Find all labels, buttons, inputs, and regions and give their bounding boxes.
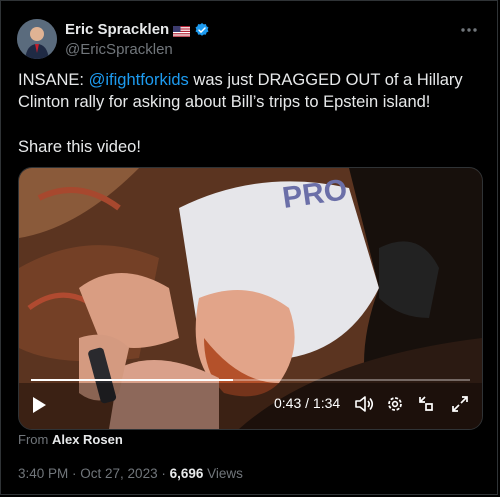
author-handle[interactable]: @EricSpracklen	[65, 41, 173, 58]
video-attribution: From Alex Rosen	[18, 432, 123, 447]
views-count: 6,696	[169, 466, 204, 481]
author-name-row: Eric Spracklen	[65, 21, 210, 38]
video-controls: 0:43 / 1:34	[19, 383, 482, 429]
tweet-card: Eric Spracklen @EricSpracklen INSANE: @i…	[0, 0, 498, 495]
play-icon[interactable]	[31, 396, 47, 419]
us-flag-icon	[173, 24, 191, 37]
video-player[interactable]: PRO 0:43 / 1:34	[18, 167, 483, 430]
minimize-icon[interactable]	[417, 395, 435, 418]
verified-badge-icon	[194, 22, 210, 38]
mention-link[interactable]: @ifightforkids	[89, 71, 189, 89]
video-progress-fill	[31, 379, 233, 381]
avatar[interactable]	[17, 19, 57, 59]
tweet-share-line: Share this video!	[18, 138, 141, 156]
more-options-icon[interactable]	[459, 23, 479, 37]
video-time: 0:43 / 1:34	[274, 395, 341, 411]
tweet-date[interactable]: Oct 27, 2023	[80, 466, 157, 481]
tweet-time[interactable]: 3:40 PM	[18, 466, 68, 481]
attribution-source-link[interactable]: Alex Rosen	[52, 432, 123, 447]
settings-icon[interactable]	[386, 395, 404, 418]
author-display-name[interactable]: Eric Spracklen	[65, 21, 169, 38]
video-current-time: 0:43	[274, 395, 302, 411]
tweet-text-before: INSANE:	[18, 71, 89, 89]
video-progress-bar[interactable]	[31, 379, 470, 381]
views-label: Views	[207, 466, 243, 481]
tweet-text: INSANE: @ifightforkids was just DRAGGED …	[18, 69, 478, 113]
tweet-meta: 3:40 PM · Oct 27, 2023 · 6,696 Views	[18, 466, 243, 481]
volume-icon[interactable]	[354, 395, 374, 418]
fullscreen-icon[interactable]	[451, 395, 469, 418]
video-duration: 1:34	[312, 395, 341, 411]
